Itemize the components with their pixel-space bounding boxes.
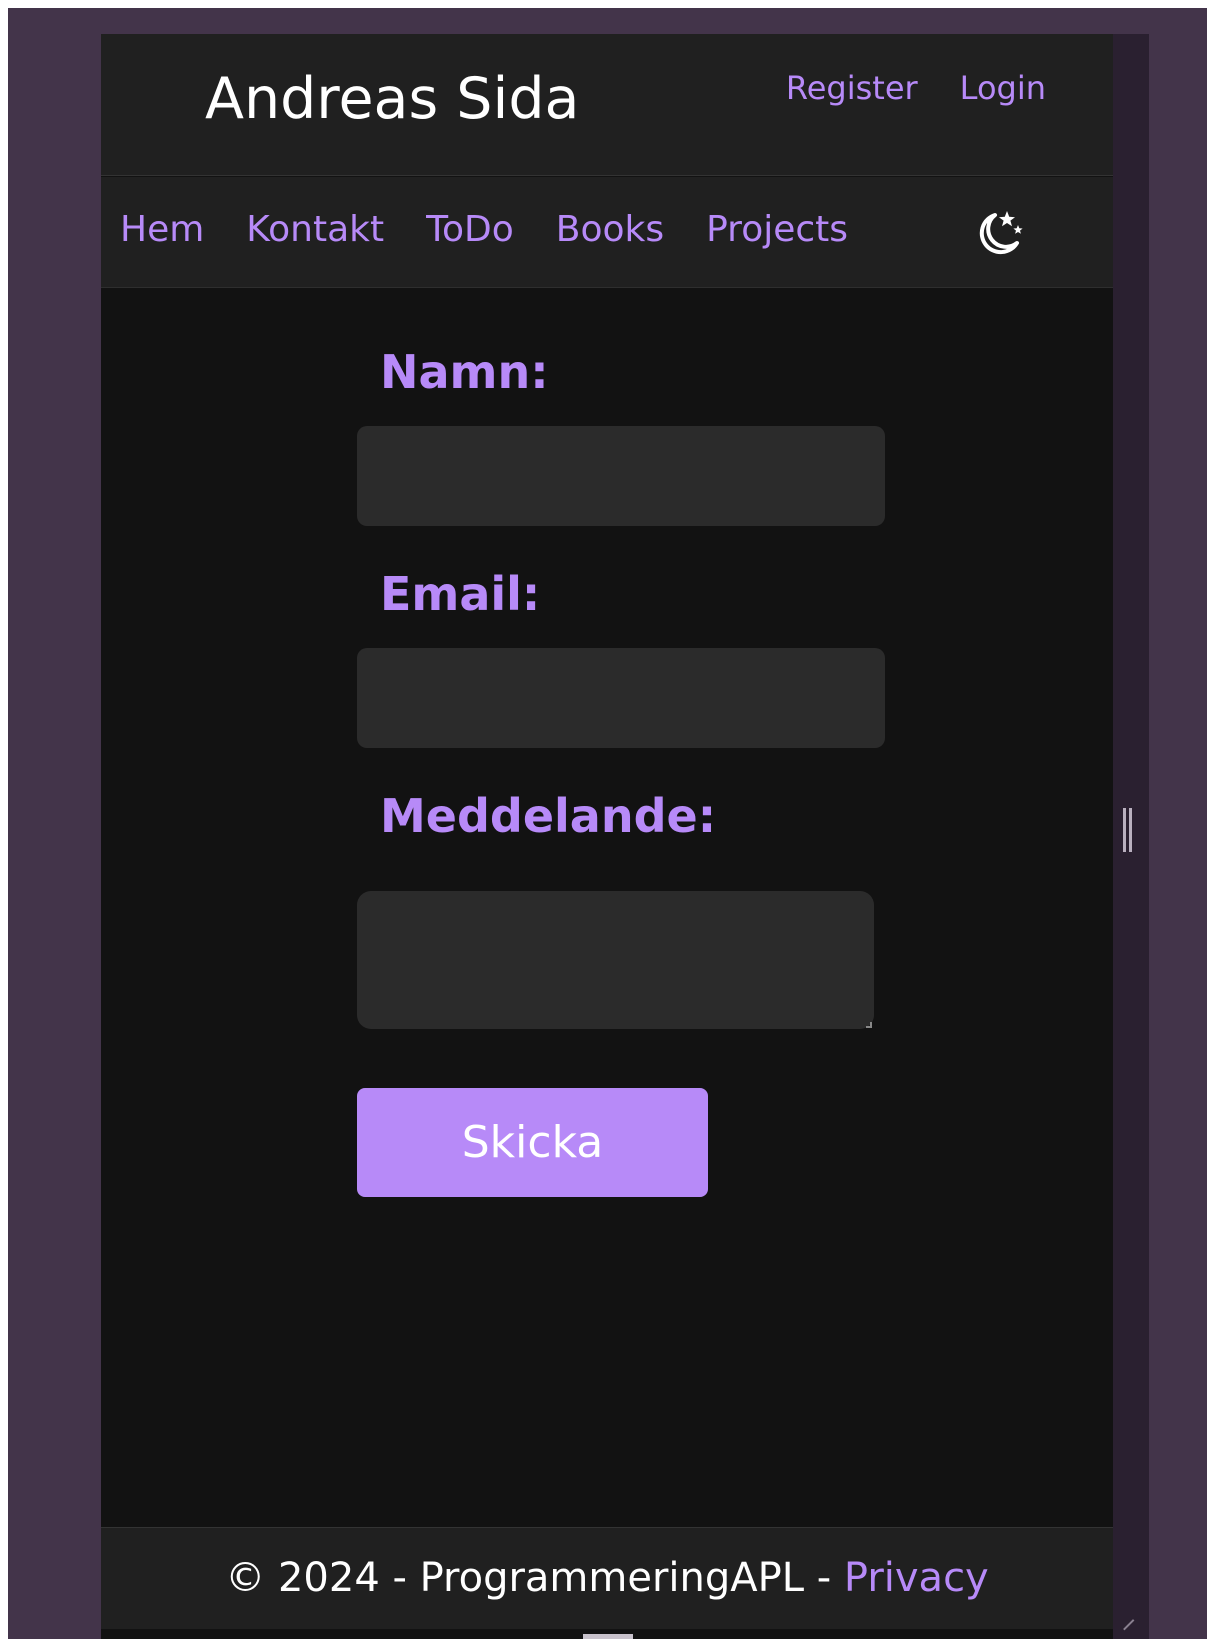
page: Andreas Sida Register Login Hem Kontakt …	[101, 34, 1113, 1639]
login-link[interactable]: Login	[960, 68, 1046, 108]
message-label: Meddelande:	[380, 789, 717, 843]
footer-copyright: © 2024 - ProgrammeringAPL -	[225, 1555, 844, 1601]
email-label: Email:	[380, 567, 541, 621]
bottom-handle[interactable]	[583, 1634, 633, 1639]
auth-links: Register Login	[786, 68, 1046, 108]
window-left-edge	[0, 0, 8, 1639]
textarea-resize-handle[interactable]	[866, 1022, 872, 1028]
site-header: Andreas Sida Register Login	[101, 34, 1113, 176]
site-brand[interactable]: Andreas Sida	[205, 66, 579, 132]
window-top-edge	[0, 0, 1207, 8]
email-input[interactable]	[357, 648, 885, 748]
grip-bar	[1122, 808, 1126, 852]
nav-link-books[interactable]: Books	[556, 207, 664, 253]
submit-button[interactable]: Skicka	[357, 1088, 708, 1197]
main-nav: Hem Kontakt ToDo Books Projects	[101, 177, 1113, 288]
nav-link-projects[interactable]: Projects	[706, 207, 848, 253]
nav-links: Hem Kontakt ToDo Books Projects	[120, 207, 848, 253]
panel-resize-handle[interactable]	[1122, 808, 1132, 852]
nav-link-kontakt[interactable]: Kontakt	[246, 207, 384, 253]
privacy-link[interactable]: Privacy	[844, 1555, 989, 1601]
nav-link-hem[interactable]: Hem	[120, 207, 204, 253]
message-textarea[interactable]	[357, 891, 874, 1029]
grip-bar	[1128, 808, 1132, 852]
name-input[interactable]	[357, 426, 885, 526]
site-footer: © 2024 - ProgrammeringAPL - Privacy	[101, 1527, 1113, 1629]
moon-stars-icon	[979, 211, 1023, 255]
nav-link-todo[interactable]: ToDo	[426, 207, 514, 253]
register-link[interactable]: Register	[786, 68, 918, 108]
theme-toggle-button[interactable]	[973, 209, 1025, 257]
name-label: Namn:	[380, 345, 549, 399]
